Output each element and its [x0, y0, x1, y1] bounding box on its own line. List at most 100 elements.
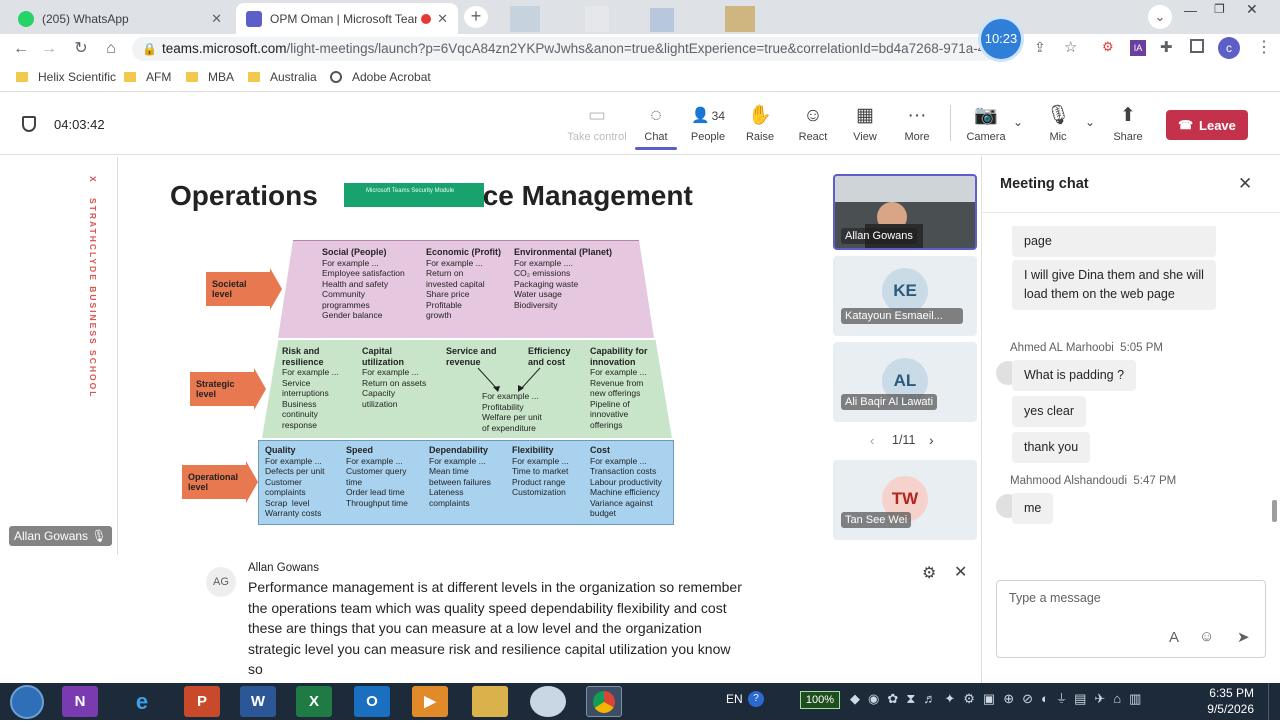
media-player-icon[interactable]: ▶	[412, 686, 448, 717]
restore-icon[interactable]: ❐	[1214, 2, 1225, 16]
bookmark-helix[interactable]: Helix Scientific	[16, 70, 116, 84]
back-icon[interactable]: ←	[10, 38, 32, 60]
col-head: Service and revenue	[446, 346, 497, 367]
emoji-icon[interactable]: ☺	[1199, 628, 1214, 645]
show-desktop-button[interactable]	[1268, 683, 1280, 720]
tab-search-icon[interactable]: ⌄	[1148, 5, 1172, 29]
share-page-icon[interactable]: ⇪	[1034, 39, 1046, 56]
battery-indicator[interactable]: 100%	[800, 691, 840, 709]
home-icon[interactable]: ⌂	[100, 38, 122, 60]
app-icon[interactable]	[530, 686, 566, 717]
format-icon[interactable]: A	[1169, 629, 1179, 646]
background-thumbnail	[650, 8, 674, 32]
extension-ia-icon[interactable]: IA	[1130, 40, 1146, 56]
powerpoint-icon[interactable]: P	[184, 686, 220, 717]
side-panel-icon[interactable]	[1190, 39, 1204, 53]
raise-hand-button[interactable]: ✋ Raise	[732, 105, 788, 143]
outlook-icon[interactable]: O	[354, 686, 390, 717]
view-button[interactable]: ▦ View	[837, 105, 893, 143]
col-head: Economic (Profit)	[426, 247, 502, 257]
slide-title-right: nce Management	[465, 180, 693, 211]
chat-button[interactable]: ◌ Chat	[628, 105, 684, 150]
onenote-icon[interactable]: N	[62, 686, 98, 717]
bookmark-acrobat[interactable]: Adobe Acrobat	[330, 70, 431, 84]
acrobat-icon	[330, 71, 342, 83]
more-button[interactable]: ··· More	[889, 105, 945, 143]
background-thumbnail	[510, 6, 540, 32]
chat-scrollbar[interactable]	[1272, 500, 1277, 522]
mic-options-chevron-icon[interactable]: ⌄	[1085, 115, 1095, 129]
phone-hangup-icon: ☎	[1178, 118, 1194, 132]
participant-name: Ali Baqir Al Lawati	[841, 394, 938, 410]
chat-compose-box[interactable]: Type a message A ☺ ➤	[996, 580, 1266, 658]
help-icon[interactable]: ?	[748, 691, 764, 707]
chat-input[interactable]: Type a message	[1009, 591, 1101, 605]
start-button[interactable]	[10, 685, 44, 719]
word-icon[interactable]: W	[240, 686, 276, 717]
button-label: Share	[1113, 131, 1143, 143]
background-thumbnail	[585, 6, 609, 32]
profile-avatar[interactable]: c	[1218, 37, 1240, 59]
tab-whatsapp[interactable]: (205) WhatsApp ✕	[8, 3, 232, 34]
pager-text: 1/11	[892, 433, 916, 447]
next-page-icon[interactable]: ›	[929, 432, 934, 448]
puzzle-icon[interactable]: ✚	[1160, 38, 1173, 56]
chat-message: I will give Dina them and she will load …	[1012, 260, 1216, 310]
reload-icon[interactable]: ↻	[70, 38, 92, 60]
share-button[interactable]: ⬆ Share	[1100, 105, 1156, 143]
language-indicator[interactable]: EN	[726, 692, 743, 706]
people-button[interactable]: 👤 34 People	[680, 105, 736, 143]
camera-options-chevron-icon[interactable]: ⌄	[1013, 115, 1023, 129]
chat-message: me	[1012, 493, 1054, 524]
arrow-icon	[270, 268, 282, 310]
close-window-icon[interactable]: ✕	[1246, 1, 1258, 18]
caption-close-icon[interactable]: ✕	[954, 562, 967, 582]
camera-button[interactable]: 📷 Camera	[958, 105, 1014, 143]
button-label: More	[904, 131, 930, 143]
bookmark-australia[interactable]: Australia	[248, 70, 317, 84]
active-indicator	[635, 147, 677, 150]
button-label: Raise	[745, 131, 775, 143]
chat-author: Mahmood Alshandoudi	[1010, 475, 1127, 487]
bookmark-label: AFM	[146, 70, 172, 84]
chat-message: yes clear	[1012, 396, 1087, 427]
hand-icon: ✋	[748, 105, 772, 126]
more-dots-icon: ···	[907, 105, 927, 126]
minimize-icon[interactable]: —	[1184, 3, 1197, 18]
meeting-chat-panel: Meeting chat ✕ page I will give Dina the…	[981, 156, 1280, 683]
bookmark-afm[interactable]: AFM	[124, 70, 171, 84]
tray-icons[interactable]: ◆◉✿⧗♬✦⚙▣⊕⊘◐⏚▤✈⌂▥	[850, 691, 1149, 707]
prev-page-icon[interactable]: ‹	[870, 433, 874, 448]
close-tab-icon[interactable]: ✕	[437, 11, 448, 27]
bookmark-star-icon[interactable]: ☆	[1064, 38, 1077, 56]
participant-tile-tw[interactable]: TW Tan See Wei	[833, 460, 977, 540]
close-tab-icon[interactable]: ✕	[211, 11, 222, 27]
ie-icon[interactable]: e	[124, 686, 160, 717]
participant-tile-video[interactable]: Allan Gowans	[833, 174, 977, 250]
new-tab-button[interactable]: +	[464, 6, 488, 28]
excel-icon[interactable]: X	[296, 686, 332, 717]
take-control-button[interactable]: ▭ Take control	[566, 105, 628, 143]
participant-tile-al[interactable]: AL Ali Baqir Al Lawati	[833, 342, 977, 422]
extension-icon[interactable]: ⚙	[1102, 39, 1114, 55]
button-label: Mic	[1049, 131, 1067, 143]
chrome-icon[interactable]	[586, 686, 622, 717]
file-explorer-icon[interactable]	[472, 686, 508, 717]
col-body: For example ... Return on assets Capacit…	[362, 367, 427, 409]
menu-kebab-icon[interactable]: ⋮	[1256, 37, 1272, 57]
participant-tile-ke[interactable]: KE Katayoun Esmaeil...	[833, 256, 977, 336]
chat-title: Meeting chat	[1000, 176, 1089, 192]
react-button[interactable]: ☺ React	[785, 105, 841, 143]
participant-name: Tan See Wei	[841, 512, 912, 528]
mic-button[interactable]: 🎙 Mic	[1030, 105, 1086, 143]
chat-close-icon[interactable]: ✕	[1238, 174, 1252, 194]
send-icon[interactable]: ➤	[1237, 628, 1250, 646]
address-bar[interactable]: 🔒 teams.microsoft.com/light-meetings/lau…	[132, 37, 996, 61]
caption-settings-icon[interactable]: ⚙	[922, 563, 936, 583]
bookmark-label: Adobe Acrobat	[352, 70, 431, 84]
participant-name: Allan Gowans	[841, 228, 917, 244]
bookmark-mba[interactable]: MBA	[186, 70, 234, 84]
tab-teams[interactable]: OPM Oman | Microsoft Team ✕	[236, 3, 458, 34]
forward-icon[interactable]: →	[38, 38, 60, 60]
leave-button[interactable]: ☎ Leave	[1166, 110, 1248, 140]
